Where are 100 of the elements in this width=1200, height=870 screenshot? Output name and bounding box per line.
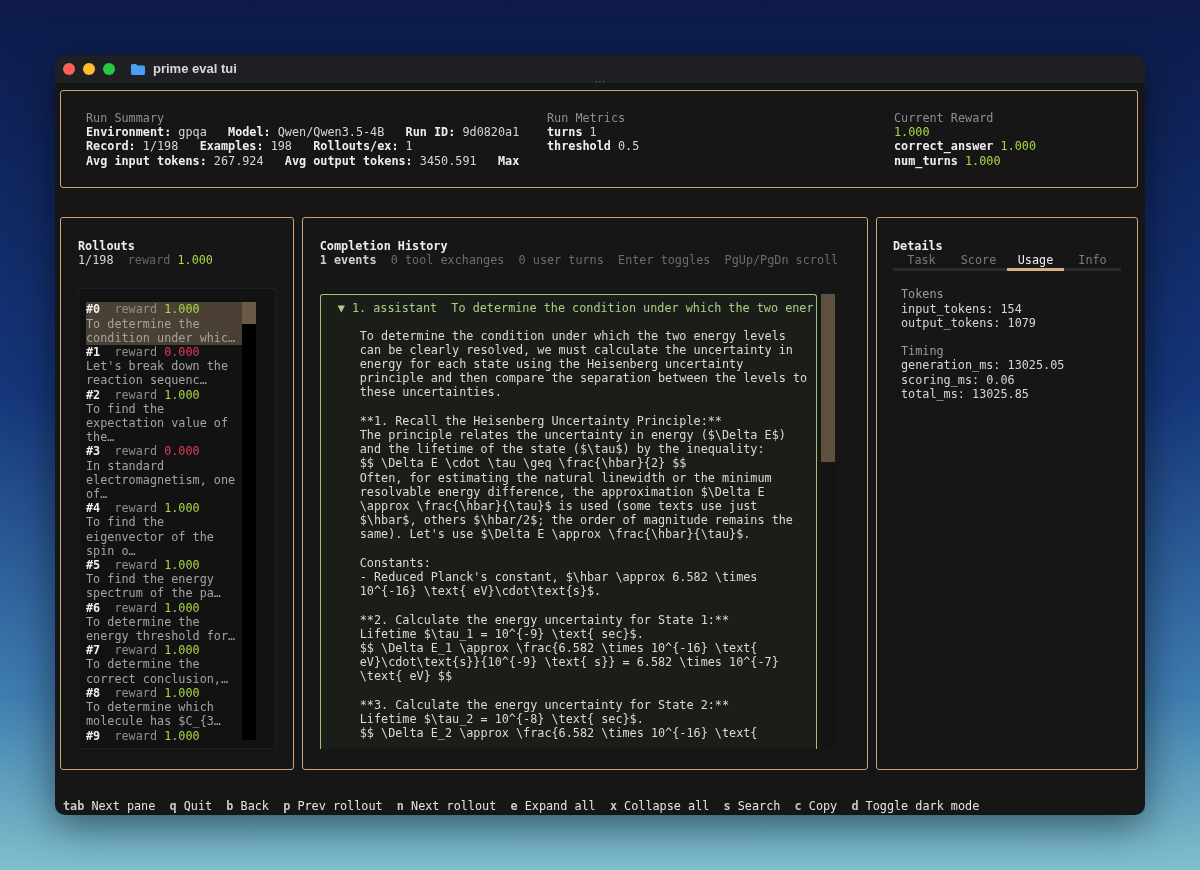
detail-row-text: total_ms: 13025.85	[901, 386, 1030, 401]
field-label: Avg output tokens:	[284, 153, 413, 168]
reward-label: reward	[127, 253, 171, 268]
reward-value: 0.000	[164, 444, 200, 459]
field-value: Qwen/Qwen3.5-4B	[277, 125, 385, 140]
key-action: Copy	[808, 799, 838, 813]
history-stat: PgUp/PgDn scroll	[724, 253, 839, 268]
reward-label: reward	[114, 345, 158, 360]
key-hint: s	[723, 799, 731, 813]
rollout-number: #7	[86, 643, 101, 658]
history-stat: 0 user turns	[518, 253, 604, 268]
message-paragraph: **3. Calculate the energy uncertainty for State 2:** Lifetime $\tau_2 = 10^{-8} \text{ sec}$. $$ \Delta E_2 \approx \frac{6.582 \times 10^{-16} \text{	[359, 697, 759, 741]
reward-value: 1.000	[164, 501, 200, 516]
field-label: Examples:	[199, 139, 264, 154]
zoom-button[interactable]	[103, 63, 115, 75]
key-hint: e	[510, 799, 518, 813]
rollout-item[interactable]: #6 reward 1.000 To determine the energy threshold for…	[86, 600, 242, 644]
reward-label: correct_answer	[894, 139, 994, 154]
message-paragraph: To determine the condition under which the two energy levels can be clearly resolved, we must calculate the uncertainty in energy for each state using the Heisenberg uncertainty principle and then compare the separation between the levels to these uncertainties.	[359, 328, 808, 400]
reward-value: 1.000	[1000, 139, 1037, 154]
reward-value: 1.000	[164, 558, 200, 573]
rollout-item[interactable]: #1 reward 0.000 Let's break down the reaction sequenc…	[86, 345, 242, 388]
pane-title: Details	[893, 239, 944, 254]
reward-label: reward	[114, 501, 158, 516]
history-stat: 1 events	[319, 253, 377, 268]
key-hint: d	[851, 799, 859, 813]
rollout-item[interactable]: #0 reward 1.000 To determine the condition under whic…	[86, 302, 242, 345]
reward-value: 1.000	[164, 685, 200, 701]
field-label: Rollouts/ex:	[313, 139, 399, 154]
rollout-item[interactable]: #8 reward 1.000 To determine which molecule has $C_{3…	[86, 685, 242, 729]
reward-value: 1.000	[177, 253, 213, 268]
rollout-number: #6	[86, 600, 101, 615]
tab[interactable]: Score	[950, 253, 1007, 272]
field-label: Run ID:	[405, 125, 456, 140]
key-hint: tab	[63, 799, 85, 813]
key-action: Expand all	[524, 799, 596, 813]
tab[interactable]: Info	[1064, 253, 1121, 272]
key-action: Next pane	[91, 799, 156, 813]
pane-title: Completion History	[319, 239, 449, 254]
rollout-item[interactable]: #3 reward 0.000 In standard electromagnetism, one of…	[86, 444, 242, 502]
rollout-number: #8	[86, 685, 101, 701]
key-hint: p	[283, 799, 291, 813]
reward-value: 1.000	[164, 600, 200, 615]
metric-value: 0.5	[618, 139, 640, 154]
rollout-preview: To find the energy spectrum of the pa…	[86, 572, 222, 601]
field-label: Avg input tokens:	[86, 153, 207, 168]
metric-value: 1	[589, 125, 597, 140]
rollout-count: 1/198	[78, 253, 114, 268]
key-action: Back	[240, 799, 269, 813]
detail-row-text: generation_ms: 13025.05	[901, 358, 1066, 373]
field-label: Record:	[86, 139, 136, 154]
section-title: Run Summary	[86, 111, 166, 126]
section-title: Current Reward	[894, 111, 995, 126]
tab[interactable]: Task	[893, 253, 950, 272]
field-value: 198	[270, 139, 292, 154]
reward-label: num_turns	[894, 153, 958, 168]
key-action: Collapse all	[624, 799, 710, 813]
reward-value: 0.000	[164, 345, 200, 360]
history-stat: 0 tool exchanges	[390, 253, 505, 268]
scrollbar[interactable]	[242, 302, 256, 740]
toggle-arrow[interactable]: ▼	[337, 301, 345, 316]
key-action: Prev rollout	[297, 799, 383, 813]
field-label: Environment:	[86, 125, 172, 140]
reward-label: reward	[114, 600, 158, 615]
rollout-item[interactable]: #9 reward 1.000	[86, 728, 242, 743]
metric-label: threshold	[547, 139, 611, 154]
rollout-preview: To find the expectation value of the…	[86, 401, 230, 445]
message-paragraph: Constants: - Reduced Planck's constant, $\hbar \approx 6.582 \times 10^{-16} \text{ eV}\cdot\text{s}$.	[359, 555, 759, 599]
rollout-number: #9	[86, 728, 101, 743]
reward-label: reward	[114, 444, 158, 459]
rollout-item[interactable]: #2 reward 1.000 To find the expectation value of the…	[86, 387, 242, 445]
field-label: Max	[497, 153, 520, 168]
scrollbar-thumb[interactable]	[242, 302, 256, 325]
rollout-preview: To determine the condition under whic…	[86, 316, 236, 345]
reward-value: 1.000	[164, 302, 200, 317]
rollout-preview: Let's break down the reaction sequenc…	[86, 359, 230, 388]
section-title: Timing	[901, 344, 945, 359]
scrollbar-thumb[interactable]	[820, 294, 835, 463]
rollout-item[interactable]: #4 reward 1.000 To find the eigenvector of the spin o…	[86, 501, 242, 559]
message-preview: To determine the condition under which the two ener	[451, 301, 814, 316]
message-card[interactable]	[319, 294, 817, 749]
history-stat: Enter toggles	[618, 253, 711, 268]
section-title: Run Metrics	[547, 111, 627, 126]
key-action: Search	[737, 799, 781, 813]
reward-label: reward	[114, 643, 158, 658]
rollout-number: #1	[86, 345, 101, 360]
field-label: Model:	[228, 125, 271, 140]
reward-value: 1.000	[965, 153, 1001, 168]
key-hint: n	[396, 799, 404, 813]
drag-handle[interactable]: ···	[595, 77, 605, 87]
rollout-item[interactable]: #5 reward 1.000 To find the energy spectrum of the pa…	[86, 558, 242, 601]
close-button[interactable]	[63, 63, 75, 75]
reward-value: 1.000	[164, 643, 200, 658]
rollout-item[interactable]: #7 reward 1.000 To determine the correct conclusion,…	[86, 643, 242, 686]
message-label: 1. assistant	[351, 301, 438, 316]
rollout-preview: To determine the energy threshold for…	[86, 614, 236, 644]
tab[interactable]: Usage	[1007, 253, 1064, 272]
reward-label: reward	[114, 302, 158, 317]
minimize-button[interactable]	[83, 63, 95, 75]
field-value: 3450.591	[419, 153, 477, 168]
